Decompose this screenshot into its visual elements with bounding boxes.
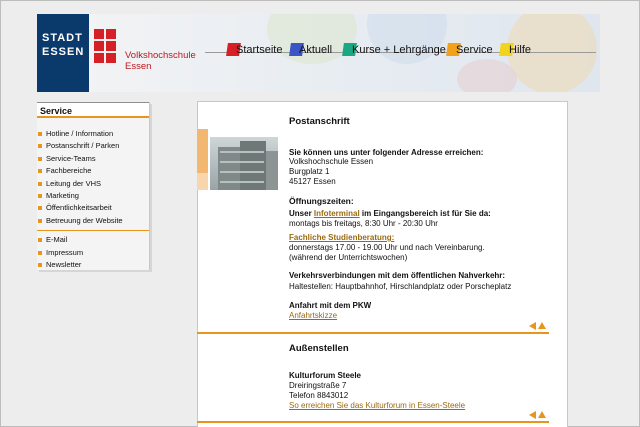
sidebar-item-fachbereiche[interactable]: Fachbereiche — [37, 165, 149, 177]
infoterminal-link[interactable]: Infoterminal — [314, 209, 360, 218]
banner-decoration — [267, 14, 357, 64]
stadt-essen-logo[interactable]: STADT ESSEN — [37, 14, 89, 92]
sidebar-item-impressum[interactable]: Impressum — [37, 247, 149, 259]
sidebar-item-hotline[interactable]: Hotline / Information — [37, 128, 149, 140]
back-arrow-icon[interactable] — [529, 411, 536, 419]
top-arrow-icon[interactable] — [538, 411, 546, 418]
banner-decoration — [457, 59, 517, 92]
sidebar-item-betreuung-website[interactable]: Betreuung der Website — [37, 215, 149, 227]
anfahrtskizze-link[interactable]: Anfahrtskizze — [289, 311, 337, 321]
nav-arrows — [529, 322, 547, 331]
heading-postanschrift: Postanschrift — [289, 116, 350, 127]
kulturforum-street: Dreiringstraße 7 — [289, 381, 347, 390]
sidebar-menu: Service Hotline / Information Postanschr… — [37, 102, 150, 270]
banner-decoration — [367, 14, 447, 64]
opening-hours: montags bis freitags, 8:30 Uhr - 20:30 U… — [289, 219, 438, 228]
section-divider — [197, 421, 549, 423]
heading-oeffnungszeiten: Öffnungszeiten: — [289, 196, 354, 206]
heading-verkehr: Verkehrsverbindungen mit dem öffentliche… — [289, 271, 506, 280]
vhs-logo-icon[interactable] — [94, 29, 118, 63]
sidebar-title: Service — [37, 102, 149, 118]
decorative-strip — [197, 129, 208, 173]
header-banner: STADT ESSEN Volkshochschule Essen Starts… — [37, 14, 600, 92]
section-divider — [197, 332, 549, 334]
sidebar-item-leitung[interactable]: Leitung der VHS — [37, 178, 149, 190]
address-line: Burgplatz 1 — [289, 167, 330, 176]
sidebar-item-newsletter[interactable]: Newsletter — [37, 259, 149, 271]
sidebar-item-oeffentlichkeitsarbeit[interactable]: Öffentlichkeitsarbeit — [37, 202, 149, 214]
sidebar-item-postanschrift[interactable]: Postanschrift / Parken — [37, 140, 149, 152]
infoterminal-line: Unser Infoterminal im Eingangsbereich is… — [289, 209, 491, 219]
haltestellen: Haltestellen: Hauptbahnhof, Hirschlandpl… — [289, 282, 512, 291]
infoterminal-suffix: im Eingangsbereich ist für Sie da: — [359, 209, 491, 218]
kulturforum-name: Kulturforum Steele — [289, 371, 362, 380]
studienberatung-hours: donnerstags 17.00 - 19.00 Uhr und nach V… — [289, 243, 485, 252]
infoterminal-prefix: Unser — [289, 209, 314, 218]
nav-arrows — [529, 411, 547, 420]
address-line: Volkshochschule Essen — [289, 157, 374, 166]
studienberatung-link[interactable]: Fachliche Studienberatung: — [289, 233, 394, 243]
studienberatung-note: (während der Unterrichtswochen) — [289, 253, 408, 262]
address-line: 45127 Essen — [289, 177, 336, 186]
heading-aussenstellen: Außenstellen — [289, 343, 349, 354]
kulturforum-link[interactable]: So erreichen Sie das Kulturforum in Esse… — [289, 401, 465, 411]
sidebar-divider — [37, 230, 149, 232]
decorative-strip — [197, 173, 208, 190]
back-arrow-icon[interactable] — [529, 322, 536, 330]
building-photo — [210, 137, 278, 190]
top-arrow-icon[interactable] — [538, 322, 546, 329]
vhs-title[interactable]: Volkshochschule Essen — [125, 50, 196, 72]
kulturforum-phone: Telefon 8843012 — [289, 391, 349, 400]
sidebar-item-service-teams[interactable]: Service-Teams — [37, 153, 149, 165]
heading-pkw: Anfahrt mit dem PKW — [289, 301, 372, 310]
sidebar-item-marketing[interactable]: Marketing — [37, 190, 149, 202]
sidebar-item-email[interactable]: E-Mail — [37, 234, 149, 246]
